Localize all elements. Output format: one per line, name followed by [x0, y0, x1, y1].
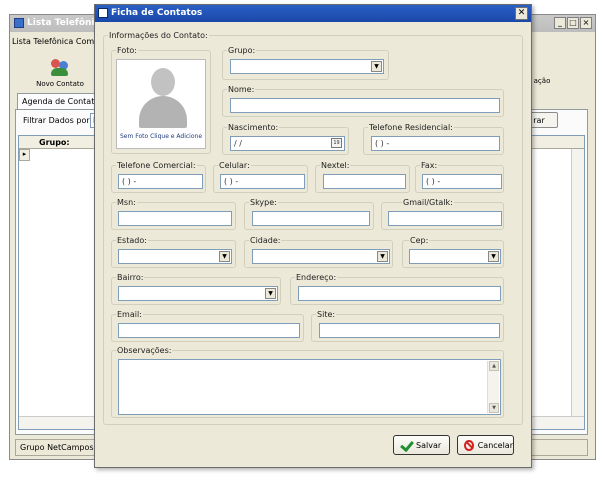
gmail-label: Gmail/Gtalk: — [402, 198, 454, 207]
chevron-down-icon[interactable]: ▼ — [371, 61, 382, 72]
cidade-select[interactable]: ▼ — [252, 249, 390, 264]
dialog-icon — [98, 8, 108, 18]
nascimento-label: Nascimento: — [227, 123, 280, 132]
nascimento-field[interactable]: / / 19 — [230, 136, 345, 151]
celular-label: Celular: — [218, 161, 251, 170]
gmail-field[interactable] — [388, 211, 502, 226]
filter-label: Filtrar Dados por: — [23, 116, 93, 125]
new-contact-button[interactable]: Novo Contato — [32, 59, 88, 88]
email-label: Email: — [116, 310, 143, 319]
app-icon — [14, 18, 24, 28]
tab-agenda[interactable]: Agenda de Contatos — [17, 93, 97, 109]
email-field[interactable] — [118, 323, 300, 338]
photo-placeholder[interactable]: Sem Foto Clique e Adicione — [116, 59, 206, 149]
fax-group: Fax: ( ) - — [415, 161, 504, 193]
window-controls: _ □ × — [554, 17, 592, 29]
chevron-down-icon[interactable]: ▼ — [219, 251, 230, 262]
check-icon — [400, 439, 412, 451]
scroll-up-icon[interactable]: ▲ — [489, 361, 499, 371]
photo-caption[interactable]: Sem Foto Clique e Adicione — [117, 133, 205, 140]
grupo-label: Grupo: — [227, 46, 257, 55]
photo-label: Foto: — [116, 46, 138, 55]
fax-field[interactable]: ( ) - — [422, 174, 502, 189]
contact-info-title: Informações do Contato: — [108, 31, 209, 40]
cidade-label: Cidade: — [249, 236, 282, 245]
gmail-group: Gmail/Gtalk: — [381, 198, 504, 230]
obs-group: Observações: ▲ ▼ — [111, 346, 504, 418]
cep-label: Cep: — [409, 236, 430, 245]
estado-group: Estado: ▼ — [111, 236, 236, 268]
skype-label: Skype: — [249, 198, 278, 207]
endereco-group: Endereço: — [290, 273, 504, 305]
skype-group: Skype: — [244, 198, 374, 230]
grupo-select[interactable]: ▼ — [230, 59, 384, 74]
tel-com-field[interactable]: ( ) - — [118, 174, 203, 189]
row-indicator: ▸ — [19, 149, 30, 161]
skype-field[interactable] — [252, 211, 370, 226]
nome-group: Nome: — [222, 85, 504, 117]
nascimento-value: / / — [234, 139, 242, 148]
fax-label: Fax: — [420, 161, 439, 170]
site-field[interactable] — [319, 323, 500, 338]
nextel-field[interactable] — [323, 174, 406, 189]
nome-field[interactable] — [230, 98, 500, 113]
bairro-label: Bairro: — [116, 273, 145, 282]
tel-res-label: Telefone Residencial: — [368, 123, 454, 132]
tel-com-label: Telefone Comercial: — [116, 161, 197, 170]
toolbar-right-label: ação — [533, 77, 551, 85]
save-button[interactable]: Salvar — [393, 435, 450, 455]
msn-group: Msn: — [111, 198, 236, 230]
obs-label: Observações: — [116, 346, 173, 355]
chevron-down-icon[interactable]: ▼ — [265, 288, 276, 299]
estado-label: Estado: — [116, 236, 148, 245]
maximize-button[interactable]: □ — [567, 17, 579, 29]
person-silhouette-icon — [139, 68, 187, 128]
scroll-down-icon[interactable]: ▼ — [489, 403, 499, 413]
cancel-button[interactable]: Cancelar — [457, 435, 514, 455]
grid-header-group[interactable]: Grupo: — [39, 138, 70, 147]
estado-select[interactable]: ▼ — [118, 249, 232, 264]
chevron-down-icon[interactable]: ▼ — [377, 251, 388, 262]
grupo-group: Grupo: ▼ — [222, 46, 389, 80]
site-group: Site: — [311, 310, 504, 342]
cidade-group: Cidade: ▼ — [244, 236, 393, 268]
cep-select[interactable]: ▼ — [409, 249, 501, 264]
obs-scrollbar[interactable]: ▲ ▼ — [487, 361, 499, 413]
chevron-down-icon[interactable]: ▼ — [488, 251, 499, 262]
bairro-select[interactable]: ▼ — [118, 286, 278, 301]
tel-res-field[interactable]: ( ) - — [371, 136, 500, 151]
contacts-icon — [49, 59, 71, 77]
msn-field[interactable] — [118, 211, 232, 226]
photo-group: Foto: Sem Foto Clique e Adicione — [111, 46, 211, 154]
calendar-icon[interactable]: 19 — [331, 138, 342, 148]
save-label: Salvar — [416, 440, 442, 450]
cep-group: Cep: ▼ — [402, 236, 504, 268]
nascimento-group: Nascimento: / / 19 — [222, 123, 349, 155]
endereco-field[interactable] — [298, 286, 501, 301]
endereco-label: Endereço: — [295, 273, 338, 282]
dialog-titlebar: Ficha de Contatos ✕ — [95, 5, 531, 22]
email-group: Email: — [111, 310, 304, 342]
minimize-button[interactable]: _ — [554, 17, 566, 29]
nome-label: Nome: — [227, 85, 256, 94]
contact-dialog: Ficha de Contatos ✕ Informações do Conta… — [94, 4, 532, 468]
tel-res-group: Telefone Residencial: ( ) - — [363, 123, 504, 155]
obs-textarea[interactable]: ▲ ▼ — [118, 359, 501, 415]
grid-vertical-scrollbar[interactable] — [571, 149, 584, 417]
cancel-icon — [464, 439, 474, 451]
tel-com-group: Telefone Comercial: ( ) - — [111, 161, 206, 193]
close-button[interactable]: × — [580, 17, 592, 29]
nextel-label: Nextel: — [320, 161, 351, 170]
msn-label: Msn: — [116, 198, 137, 207]
dialog-close-button[interactable]: ✕ — [515, 7, 528, 20]
new-contact-label: Novo Contato — [36, 80, 84, 88]
dialog-title: Ficha de Contatos — [111, 8, 203, 18]
nextel-group: Nextel: — [315, 161, 410, 193]
cancel-label: Cancelar — [477, 440, 513, 450]
bairro-group: Bairro: ▼ — [111, 273, 281, 305]
celular-group: Celular: ( ) - — [213, 161, 308, 193]
site-label: Site: — [316, 310, 337, 319]
celular-field[interactable]: ( ) - — [220, 174, 305, 189]
